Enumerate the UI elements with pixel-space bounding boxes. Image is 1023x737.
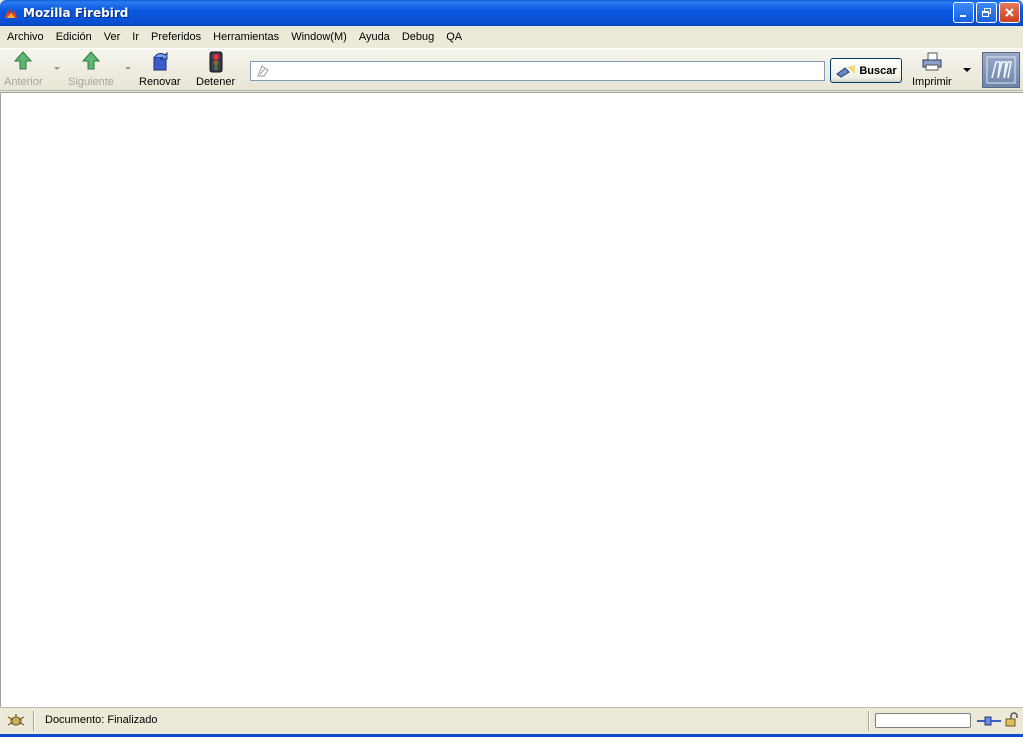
menu-edicion[interactable]: Edición (52, 31, 100, 43)
printer-icon (922, 52, 942, 71)
activity-bug-icon[interactable] (5, 712, 27, 730)
close-button[interactable] (999, 2, 1020, 23)
mozilla-m-icon (986, 56, 1016, 84)
menu-herramientas[interactable]: Herramientas (209, 31, 287, 43)
back-button[interactable]: Anterior (4, 51, 43, 88)
back-dropdown-icon[interactable] (54, 67, 60, 70)
stop-label: Detener (196, 76, 236, 88)
status-separator (33, 711, 35, 731)
back-label: Anterior (4, 76, 43, 88)
title-bar[interactable]: Mozilla Firebird (0, 0, 1023, 26)
forward-button[interactable]: Siguiente (68, 51, 114, 88)
stop-traffic-light-icon (209, 51, 223, 73)
url-bar[interactable] (250, 61, 825, 81)
menu-archivo[interactable]: Archivo (3, 31, 52, 43)
menu-ayuda[interactable]: Ayuda (355, 31, 398, 43)
status-separator (868, 711, 870, 731)
menu-window[interactable]: Window(M) (287, 31, 355, 43)
menu-ver[interactable]: Ver (100, 31, 129, 43)
progress-meter (875, 713, 971, 728)
page-proxy-icon (257, 65, 269, 77)
minimize-button[interactable] (953, 2, 974, 23)
reload-label: Renovar (139, 76, 181, 88)
forward-arrow-icon (81, 51, 101, 70)
window-title: Mozilla Firebird (23, 6, 129, 20)
reload-button[interactable]: Renovar (139, 51, 181, 88)
reload-icon (153, 51, 168, 71)
navigation-toolbar: Anterior Siguiente Renovar Detener Busca… (0, 48, 1023, 91)
back-arrow-icon (14, 51, 33, 70)
restore-icon (982, 8, 991, 17)
minimize-icon (960, 15, 966, 17)
print-dropdown-icon[interactable] (963, 68, 971, 72)
print-button[interactable]: Imprimir (912, 51, 952, 88)
status-text: Documento: Finalizado (45, 714, 158, 726)
close-icon (1005, 8, 1014, 17)
browser-content-area[interactable] (0, 92, 1023, 707)
restore-button[interactable] (976, 2, 997, 23)
forward-dropdown-icon[interactable] (125, 67, 131, 70)
search-label: Buscar (859, 64, 897, 77)
throbber-logo[interactable] (982, 52, 1020, 88)
search-button[interactable]: Buscar (830, 58, 902, 83)
menu-bar: Archivo Edición Ver Ir Preferidos Herram… (0, 26, 1023, 48)
forward-label: Siguiente (68, 76, 114, 88)
security-lock-icon[interactable] (1005, 712, 1019, 728)
stop-button[interactable]: Detener (196, 51, 235, 88)
status-bar: Documento: Finalizado (0, 707, 1023, 734)
menu-preferidos[interactable]: Preferidos (147, 31, 209, 43)
url-input[interactable] (273, 64, 818, 78)
menu-ir[interactable]: Ir (128, 31, 147, 43)
online-plug-icon[interactable] (977, 714, 1001, 728)
print-label: Imprimir (912, 76, 952, 88)
firebird-logo-icon (5, 7, 17, 18)
menu-debug[interactable]: Debug (398, 31, 442, 43)
menu-qa[interactable]: QA (442, 31, 470, 43)
search-flashlight-icon (836, 64, 856, 78)
